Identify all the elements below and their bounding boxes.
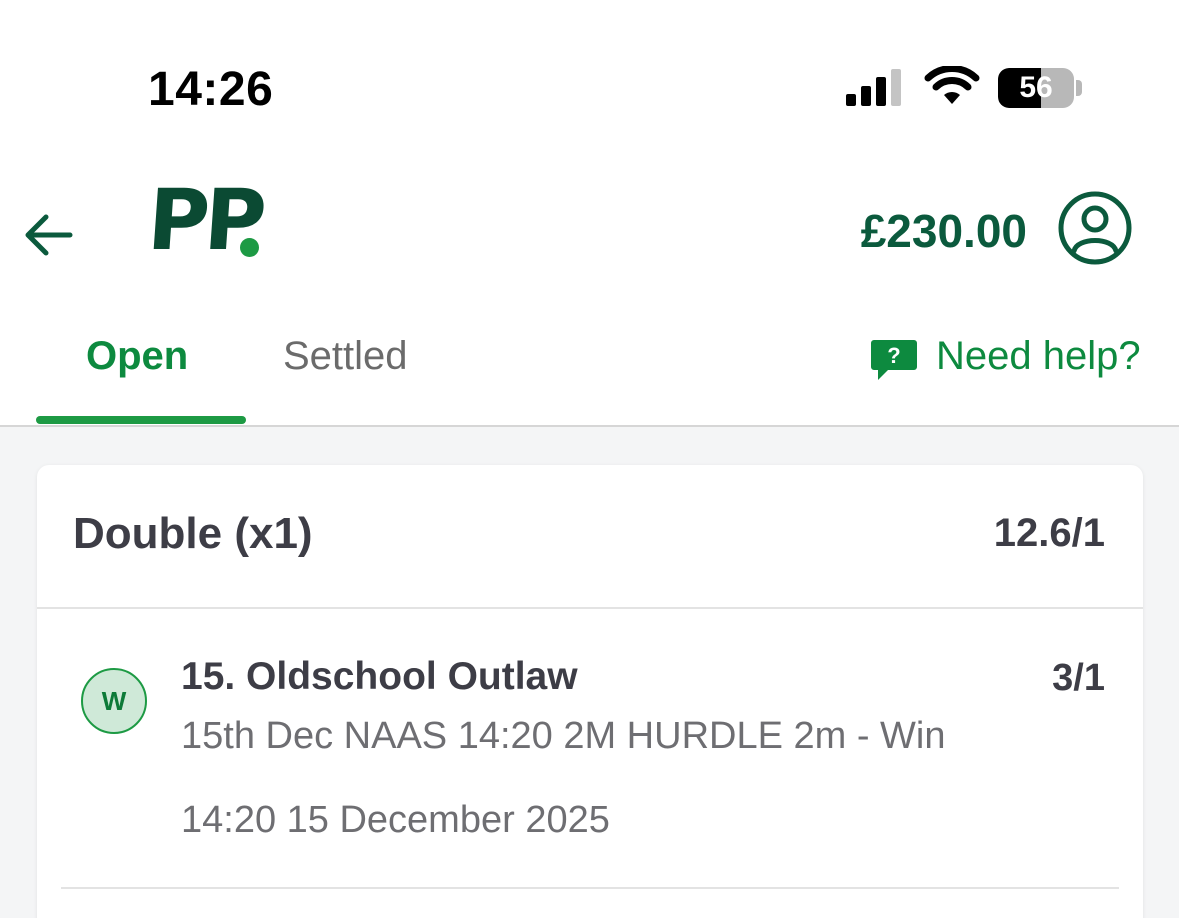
selection-odds: 3/1 — [1052, 657, 1105, 699]
account-icon[interactable] — [1057, 190, 1133, 266]
need-help-link[interactable]: Need help? — [936, 334, 1141, 379]
tab-settled[interactable]: Settled — [283, 334, 408, 379]
battery-icon: 56 — [998, 68, 1074, 108]
status-time: 14:26 — [148, 63, 274, 116]
active-tab-indicator — [36, 416, 246, 424]
battery-cap — [1076, 80, 1082, 96]
wifi-icon — [924, 66, 980, 104]
event-description: 15th Dec NAAS 14:20 2M HURDLE 2m - Win — [181, 715, 946, 757]
bet-type: Double (x1) — [73, 509, 313, 558]
bet-total-odds: 12.6/1 — [993, 511, 1105, 555]
win-status-badge: W — [81, 668, 147, 734]
event-start-time: 14:20 15 December 2025 — [181, 799, 610, 841]
bet-history-screen: 14:26 56 PP £230.00 Open Settled ? Need … — [0, 0, 1179, 918]
svg-text:?: ? — [887, 343, 900, 368]
battery-level: 56 — [1019, 71, 1053, 104]
leg-divider — [61, 887, 1119, 889]
account-balance[interactable]: £230.00 — [861, 204, 1027, 258]
selection-name: 15. Oldschool Outlaw — [181, 655, 578, 698]
status-bar: 14:26 56 — [0, 0, 1179, 140]
brand-logo-dot — [240, 238, 259, 257]
help-chat-icon[interactable]: ? — [870, 338, 918, 382]
signal-icon — [846, 69, 901, 106]
tab-open[interactable]: Open — [86, 334, 188, 379]
bet-card[interactable]: Double (x1) 12.6/1 W 15. Oldschool Outla… — [37, 465, 1143, 918]
card-divider — [37, 607, 1143, 609]
back-arrow-icon[interactable] — [20, 210, 76, 260]
